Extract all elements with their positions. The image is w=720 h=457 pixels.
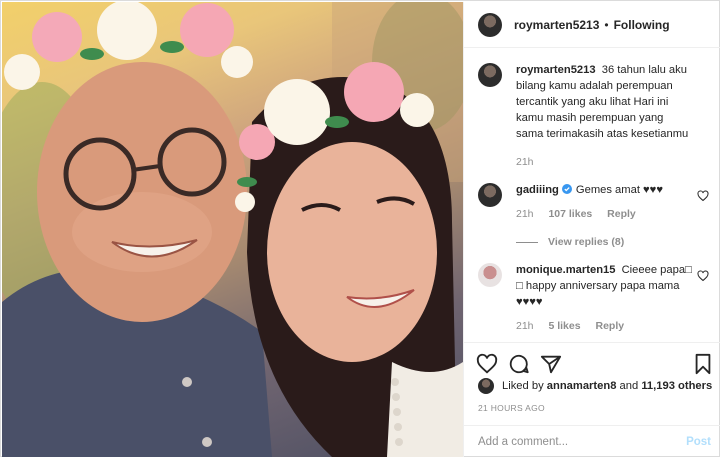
likes-prefix: Liked by <box>502 380 544 392</box>
post-side-panel: roymarten5213 • Following roymarten5213 … <box>463 2 720 457</box>
likes-joiner: and <box>619 380 639 392</box>
caption-time[interactable]: 21h <box>516 156 534 168</box>
comment-icon[interactable] <box>508 353 530 375</box>
caption-text-block: roymarten5213 36 tahun lalu aku bilang k… <box>516 62 693 142</box>
comment-item: gadiiing Gemes amat ♥♥♥ 21h 107 likes Rep… <box>464 182 720 248</box>
verified-icon <box>561 184 572 194</box>
comment-text: Gemes amat ♥♥♥ <box>575 184 663 196</box>
comment-text-block: monique.marten15 Cieeee papa□ □ happy an… <box>516 262 693 310</box>
replies-line <box>516 241 538 243</box>
caption-username[interactable]: roymarten5213 <box>516 64 596 76</box>
add-comment-bar: Post <box>464 425 720 457</box>
bookmark-icon[interactable] <box>692 353 714 375</box>
comment-likes[interactable]: 5 likes <box>548 320 580 332</box>
post-photo[interactable] <box>2 2 463 457</box>
comment-avatar[interactable] <box>478 183 502 207</box>
comment-username[interactable]: monique.marten15 <box>516 264 615 276</box>
comment-item: monique.marten15 Cieeee papa□ □ happy an… <box>464 262 720 332</box>
share-icon[interactable] <box>540 353 562 375</box>
header-separator: • <box>604 17 609 32</box>
likes-others[interactable]: 11,193 others <box>641 380 712 392</box>
comment-username[interactable]: gadiiing <box>516 184 559 196</box>
comment-like-heart-icon[interactable] <box>697 270 709 282</box>
comment-text-block: gadiiing Gemes amat ♥♥♥ <box>516 182 693 198</box>
liker-avatar[interactable] <box>478 378 494 394</box>
reply-button[interactable]: Reply <box>607 208 636 220</box>
comment-meta: 21h 107 likes Reply <box>516 208 693 220</box>
comment-time[interactable]: 21h <box>516 208 534 220</box>
comment-like-heart-icon[interactable] <box>697 190 709 202</box>
comment-time[interactable]: 21h <box>516 320 534 332</box>
caption-meta: 21h <box>516 156 693 168</box>
following-button[interactable]: Following <box>614 18 670 32</box>
post-frame: roymarten5213 • Following roymarten5213 … <box>0 0 720 457</box>
comment-avatar[interactable] <box>478 263 502 287</box>
view-replies-button[interactable]: View replies (8) <box>516 236 693 248</box>
caption: roymarten5213 36 tahun lalu aku bilang k… <box>464 62 720 168</box>
likes-summary: Liked by annamarten8 and 11,193 others <box>478 378 712 394</box>
heart-icon[interactable] <box>476 353 498 375</box>
post-comment-button[interactable]: Post <box>686 436 711 448</box>
comment-likes[interactable]: 107 likes <box>548 208 592 220</box>
view-replies-label: View replies (8) <box>548 236 625 248</box>
photo-illustration <box>2 2 463 457</box>
post-timestamp[interactable]: 21 HOURS AGO <box>478 403 545 413</box>
liker-username[interactable]: annamarten8 <box>547 380 617 392</box>
author-avatar[interactable] <box>478 12 502 37</box>
caption-avatar[interactable] <box>478 63 502 87</box>
author-username[interactable]: roymarten5213 <box>514 18 599 32</box>
comment-list: roymarten5213 36 tahun lalu aku bilang k… <box>464 62 720 332</box>
post-header: roymarten5213 • Following <box>464 2 720 48</box>
comment-meta: 21h 5 likes Reply <box>516 320 693 332</box>
add-comment-input[interactable] <box>478 435 687 448</box>
action-bar <box>464 342 720 382</box>
reply-button[interactable]: Reply <box>596 320 625 332</box>
